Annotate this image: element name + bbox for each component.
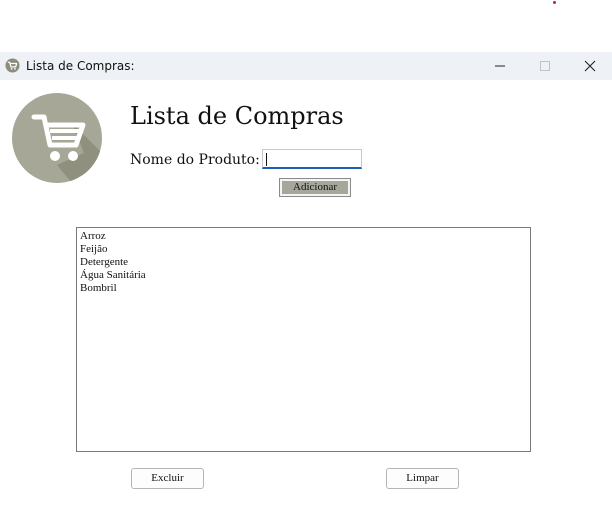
list-item[interactable]: Arroz	[80, 230, 527, 243]
close-icon	[584, 60, 596, 72]
text-caret	[266, 153, 267, 166]
product-name-input[interactable]	[262, 149, 362, 169]
app-window: Lista de Compras: Lista de Compras Nome …	[0, 52, 612, 527]
list-item[interactable]: Feijão	[80, 243, 527, 256]
list-item[interactable]: Bombril	[80, 282, 527, 295]
minimize-button[interactable]	[477, 52, 523, 80]
clear-button[interactable]: Limpar	[386, 468, 459, 489]
delete-button[interactable]: Excluir	[131, 468, 204, 489]
maximize-icon	[540, 61, 550, 71]
red-dot	[553, 1, 556, 4]
shopping-cart-icon	[12, 93, 102, 183]
window-title: Lista de Compras:	[26, 59, 135, 73]
page-title: Lista de Compras	[130, 102, 344, 130]
shopping-list[interactable]: Arroz Feijão Detergente Água Sanitária B…	[76, 227, 531, 452]
product-name-label: Nome do Produto:	[130, 152, 260, 168]
title-bar[interactable]: Lista de Compras:	[0, 52, 612, 80]
close-button[interactable]	[567, 52, 612, 80]
app-cart-icon	[5, 58, 20, 73]
add-button[interactable]: Adicionar	[279, 178, 351, 197]
add-button-label: Adicionar	[282, 181, 348, 194]
list-item[interactable]: Água Sanitária	[80, 269, 527, 282]
list-item[interactable]: Detergente	[80, 256, 527, 269]
maximize-button[interactable]	[522, 52, 568, 80]
minimize-icon	[495, 65, 505, 67]
